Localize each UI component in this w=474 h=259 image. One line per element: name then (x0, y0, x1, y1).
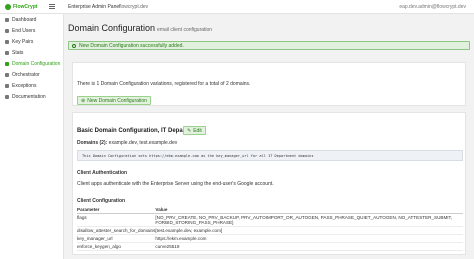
sidebar-item-key-pairs[interactable]: Key Pairs (0, 36, 63, 47)
flowcrypt-logo-icon (5, 4, 11, 10)
plus-icon: ⊕ (81, 97, 86, 104)
user-menu[interactable]: eap.dev.admin@flowcrypt.dev (399, 4, 466, 10)
book-icon (5, 94, 9, 99)
page-subtitle: email client configuration (157, 27, 213, 33)
sidebar-item-exceptions[interactable]: Exceptions (0, 80, 63, 91)
value-cell: [NO_PRV_CREATE, NO_PRV_BACKUP, PRV_AUTOI… (155, 213, 463, 227)
orchestrator-icon (5, 72, 9, 77)
page-title: Domain Configuration email client configu… (68, 23, 212, 33)
warning-icon (5, 83, 9, 88)
key-icon (5, 39, 9, 44)
menu-toggle-icon[interactable] (49, 3, 55, 10)
sidebar-item-label: Dashboard (12, 16, 37, 23)
sidebar-item-label: Documentation (12, 93, 46, 100)
value-cell: [test.example.dev, example.com] (155, 226, 463, 235)
alert-text: New Domain Configuration successfully ad… (79, 42, 184, 49)
table-row: disallow_attester_search_for_domains [te… (77, 226, 463, 235)
button-label: New Domain Configuration (87, 97, 147, 104)
button-label: Edit (193, 127, 202, 134)
success-alert: New Domain Configuration successfully ad… (68, 41, 470, 50)
client-config-table: Parameter Value flags [NO_PRV_CREATE, NO… (77, 206, 463, 251)
param-cell: enforce_keygen_algo (77, 242, 156, 251)
users-icon (5, 28, 9, 33)
sidebar-item-stats[interactable]: Stats (0, 47, 63, 58)
sidebar-item-label: Orchestrator (12, 71, 40, 78)
param-cell: key_manager_url (77, 234, 156, 243)
sidebar-item-end-users[interactable]: End Users (0, 25, 63, 36)
new-domain-configuration-button[interactable]: ⊕ New Domain Configuration (77, 96, 151, 105)
main-content: Domain Configuration email client configu… (64, 14, 474, 259)
column-header-parameter: Parameter (77, 206, 156, 214)
domains-label: Domains (2): (77, 140, 108, 146)
sidebar-item-label: End Users (12, 27, 36, 34)
dashboard-icon (5, 17, 9, 22)
logo-text: FlowCrypt (13, 4, 38, 10)
page-title-text: Domain Configuration (68, 23, 156, 33)
param-cell: flags (77, 213, 156, 227)
sidebar-item-label: Exceptions (12, 82, 37, 89)
table-header-row: Parameter Value (77, 206, 463, 214)
pencil-icon: ✎ (187, 127, 192, 134)
sidebar-item-documentation[interactable]: Documentation (0, 91, 63, 102)
table-row: flags [NO_PRV_CREATE, NO_PRV_BACKUP, PRV… (77, 213, 463, 227)
sidebar-item-dashboard[interactable]: Dashboard (0, 14, 63, 25)
param-cell: disallow_attester_search_for_domains (77, 226, 156, 235)
domains-line: Domains (2): example.dev, test.example.d… (77, 140, 177, 146)
sidebar: Dashboard End Users Key Pairs Stats Doma… (0, 14, 64, 259)
value-cell: curve25519 (155, 242, 463, 251)
column-header-value: Value (155, 206, 463, 214)
domain-configuration-card: Basic Domain Configuration, IT Departmen… (72, 112, 466, 255)
stats-icon (5, 50, 9, 55)
auth-text: Client apps authenticate with the Enterp… (77, 181, 274, 187)
client-config-heading: Client Configuration (77, 198, 126, 204)
summary-card: There is 1 Domain Configuration variatio… (72, 62, 466, 106)
edit-button[interactable]: ✎ Edit (183, 126, 206, 135)
app-title: Enterprise Admin Panel (68, 4, 121, 10)
sidebar-item-domain-configuration[interactable]: Domain Configuration (0, 58, 63, 69)
top-bar: FlowCrypt Enterprise Admin Panel flowcry… (0, 0, 474, 14)
table-row: enforce_keygen_algo curve25519 (77, 242, 463, 251)
breadcrumb: flowcrypt.dev (119, 4, 149, 10)
sidebar-item-label: Key Pairs (12, 38, 34, 45)
table-row: key_manager_url https://ekm.example.com (77, 234, 463, 243)
value-cell: https://ekm.example.com (155, 234, 463, 243)
domains-value: example.dev, test.example.dev (108, 140, 178, 146)
summary-text: There is 1 Domain Configuration variatio… (77, 81, 251, 87)
sidebar-item-label: Stats (12, 49, 24, 56)
sidebar-item-label: Domain Configuration (12, 60, 61, 67)
config-note: This Domain Configuration sets https://e… (77, 150, 463, 161)
check-circle-icon (72, 43, 76, 48)
settings-icon (5, 61, 9, 66)
logo[interactable]: FlowCrypt (5, 3, 37, 11)
sidebar-item-orchestrator[interactable]: Orchestrator (0, 69, 63, 80)
auth-heading: Client Authentication (77, 170, 128, 176)
